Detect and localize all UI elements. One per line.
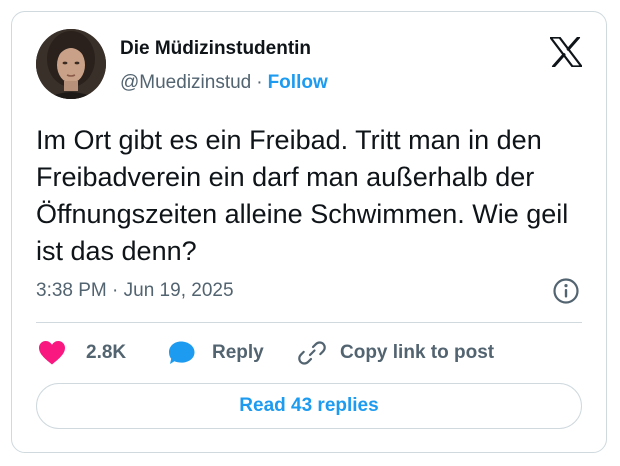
reply-button[interactable]: Reply <box>168 338 264 368</box>
copy-link-button[interactable]: Copy link to post <box>298 338 494 368</box>
follow-button[interactable]: Follow <box>268 72 328 93</box>
tweet-timestamp[interactable]: 3:38 PM · Jun 19, 2025 <box>36 280 234 302</box>
like-button[interactable]: 2.8K <box>38 338 126 368</box>
author-display-name[interactable]: Die Müdizinstudentin <box>120 38 311 60</box>
copy-link-label: Copy link to post <box>340 342 495 363</box>
author-handle[interactable]: @Muedizinstud <box>120 72 251 93</box>
read-replies-button[interactable]: Read 43 replies <box>36 383 582 429</box>
tweet-text: Im Ort gibt es ein Freibad. Tritt man in… <box>36 125 569 266</box>
divider <box>36 322 582 323</box>
reply-label: Reply <box>212 342 264 363</box>
author-handle-line: @Muedizinstud · Follow <box>120 72 328 94</box>
x-logo-icon[interactable] <box>549 36 583 68</box>
tweet-card: Die Müdizinstudentin @Muedizinstud · Follo… <box>11 11 607 453</box>
separator-dot: · <box>256 72 263 93</box>
heart-icon <box>38 340 66 366</box>
link-icon <box>298 339 326 367</box>
avatar[interactable] <box>36 29 106 99</box>
speech-bubble-icon <box>168 340 196 366</box>
like-count: 2.8K <box>86 342 127 363</box>
info-icon[interactable] <box>552 277 580 305</box>
